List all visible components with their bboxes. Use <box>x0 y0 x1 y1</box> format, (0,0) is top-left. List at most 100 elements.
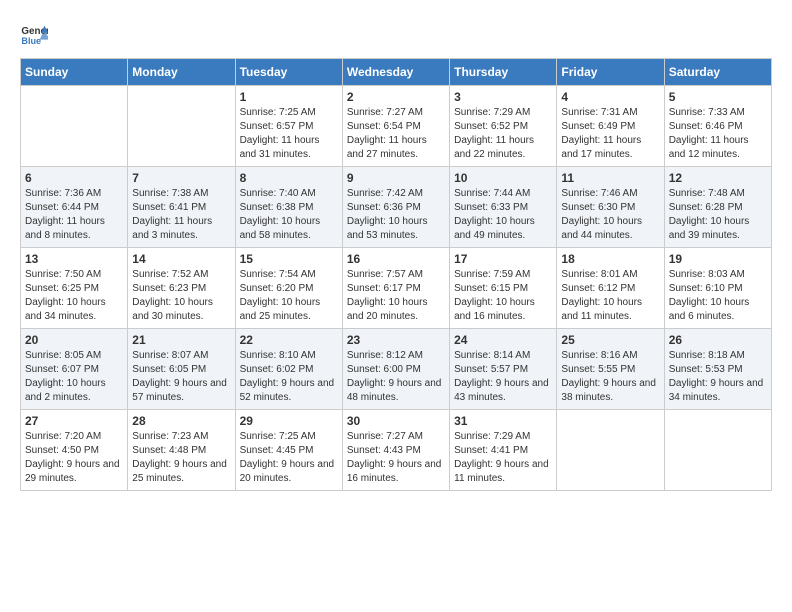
day-info: Sunrise: 7:57 AMSunset: 6:17 PMDaylight:… <box>347 268 445 324</box>
day-info: Sunrise: 7:54 AMSunset: 6:20 PMDaylight:… <box>240 268 338 324</box>
day-number: 20 <box>25 333 123 347</box>
calendar-cell: 11 Sunrise: 7:46 AMSunset: 6:30 PMDayligh… <box>557 167 664 248</box>
day-info: Sunrise: 7:31 AMSunset: 6:49 PMDaylight:… <box>561 106 659 162</box>
day-number: 15 <box>240 252 338 266</box>
day-info: Sunrise: 7:46 AMSunset: 6:30 PMDaylight:… <box>561 187 659 243</box>
calendar-cell: 9Sunrise: 7:42 AMSunset: 6:36 PMDaylight… <box>342 167 449 248</box>
day-number: 9 <box>347 171 445 185</box>
calendar-cell: 16 Sunrise: 7:57 AMSunset: 6:17 PMDayligh… <box>342 248 449 329</box>
calendar-cell: 4 Sunrise: 7:31 AMSunset: 6:49 PMDaylight… <box>557 86 664 167</box>
calendar-cell: 15 Sunrise: 7:54 AMSunset: 6:20 PMDayligh… <box>235 248 342 329</box>
day-number: 12 <box>669 171 767 185</box>
day-info: Sunrise: 8:14 AMSunset: 5:57 PMDaylight:… <box>454 349 552 405</box>
day-info: Sunrise: 7:27 AMSunset: 6:54 PMDaylight:… <box>347 106 445 162</box>
calendar-cell: 8 Sunrise: 7:40 AMSunset: 6:38 PMDaylight… <box>235 167 342 248</box>
day-number: 16 <box>347 252 445 266</box>
calendar-cell: 2 Sunrise: 7:27 AMSunset: 6:54 PMDaylight… <box>342 86 449 167</box>
calendar-cell: 26 Sunrise: 8:18 AMSunset: 5:53 PMDayligh… <box>664 329 771 410</box>
day-number: 27 <box>25 414 123 428</box>
day-info: Sunrise: 8:16 AMSunset: 5:55 PMDaylight:… <box>561 349 659 405</box>
day-info: Sunrise: 7:25 AMSunset: 4:45 PMDaylight:… <box>240 430 338 486</box>
day-number: 22 <box>240 333 338 347</box>
day-number: 6 <box>25 171 123 185</box>
day-number: 26 <box>669 333 767 347</box>
day-info: Sunrise: 7:33 AMSunset: 6:46 PMDaylight:… <box>669 106 767 162</box>
day-info: Sunrise: 7:52 AMSunset: 6:23 PMDaylight:… <box>132 268 230 324</box>
calendar-cell: 14Sunrise: 7:52 AMSunset: 6:23 PMDayligh… <box>128 248 235 329</box>
logo: General Blue <box>20 20 52 48</box>
day-info: Sunrise: 8:10 AMSunset: 6:02 PMDaylight:… <box>240 349 338 405</box>
day-number: 21 <box>132 333 230 347</box>
day-number: 5 <box>669 90 767 104</box>
day-info: Sunrise: 7:44 AMSunset: 6:33 PMDaylight:… <box>454 187 552 243</box>
weekday-header: Saturday <box>664 59 771 86</box>
weekday-header: Monday <box>128 59 235 86</box>
weekday-header: Thursday <box>450 59 557 86</box>
day-number: 7 <box>132 171 230 185</box>
day-info: Sunrise: 8:03 AMSunset: 6:10 PMDaylight:… <box>669 268 767 324</box>
weekday-header: Sunday <box>21 59 128 86</box>
calendar-cell: 7 Sunrise: 7:38 AMSunset: 6:41 PMDaylight… <box>128 167 235 248</box>
calendar-cell: 22 Sunrise: 8:10 AMSunset: 6:02 PMDayligh… <box>235 329 342 410</box>
calendar-cell: 18 Sunrise: 8:01 AMSunset: 6:12 PMDayligh… <box>557 248 664 329</box>
svg-text:Blue: Blue <box>21 36 41 46</box>
calendar-cell: 31Sunrise: 7:29 AMSunset: 4:41 PMDayligh… <box>450 410 557 491</box>
day-number: 2 <box>347 90 445 104</box>
day-info: Sunrise: 7:20 AMSunset: 4:50 PMDaylight:… <box>25 430 123 486</box>
day-number: 4 <box>561 90 659 104</box>
calendar-cell: 27 Sunrise: 7:20 AMSunset: 4:50 PMDayligh… <box>21 410 128 491</box>
day-number: 29 <box>240 414 338 428</box>
calendar-cell: 28 Sunrise: 7:23 AMSunset: 4:48 PMDayligh… <box>128 410 235 491</box>
page-header: General Blue <box>20 20 772 48</box>
calendar-cell: 25 Sunrise: 8:16 AMSunset: 5:55 PMDayligh… <box>557 329 664 410</box>
day-number: 18 <box>561 252 659 266</box>
calendar-cell: 20 Sunrise: 8:05 AMSunset: 6:07 PMDayligh… <box>21 329 128 410</box>
day-number: 19 <box>669 252 767 266</box>
calendar-table: SundayMondayTuesdayWednesdayThursdayFrid… <box>20 58 772 491</box>
day-info: Sunrise: 7:36 AMSunset: 6:44 PMDaylight:… <box>25 187 123 243</box>
day-info: Sunrise: 7:23 AMSunset: 4:48 PMDaylight:… <box>132 430 230 486</box>
day-number: 1 <box>240 90 338 104</box>
day-number: 24 <box>454 333 552 347</box>
day-info: Sunrise: 8:07 AMSunset: 6:05 PMDaylight:… <box>132 349 230 405</box>
calendar-cell: 17 Sunrise: 7:59 AMSunset: 6:15 PMDayligh… <box>450 248 557 329</box>
day-info: Sunrise: 8:18 AMSunset: 5:53 PMDaylight:… <box>669 349 767 405</box>
day-info: Sunrise: 8:05 AMSunset: 6:07 PMDaylight:… <box>25 349 123 405</box>
day-number: 3 <box>454 90 552 104</box>
calendar-cell: 19 Sunrise: 8:03 AMSunset: 6:10 PMDayligh… <box>664 248 771 329</box>
calendar-cell: 13 Sunrise: 7:50 AMSunset: 6:25 PMDayligh… <box>21 248 128 329</box>
calendar-cell: 23 Sunrise: 8:12 AMSunset: 6:00 PMDayligh… <box>342 329 449 410</box>
day-number: 10 <box>454 171 552 185</box>
day-number: 11 <box>561 171 659 185</box>
calendar-cell: 5 Sunrise: 7:33 AMSunset: 6:46 PMDaylight… <box>664 86 771 167</box>
calendar-cell: 29 Sunrise: 7:25 AMSunset: 4:45 PMDayligh… <box>235 410 342 491</box>
day-info: Sunrise: 7:40 AMSunset: 6:38 PMDaylight:… <box>240 187 338 243</box>
day-info: Sunrise: 8:12 AMSunset: 6:00 PMDaylight:… <box>347 349 445 405</box>
day-number: 23 <box>347 333 445 347</box>
day-number: 31 <box>454 414 552 428</box>
day-number: 17 <box>454 252 552 266</box>
calendar-cell <box>664 410 771 491</box>
weekday-header: Friday <box>557 59 664 86</box>
day-info: Sunrise: 7:59 AMSunset: 6:15 PMDaylight:… <box>454 268 552 324</box>
calendar-cell: 30 Sunrise: 7:27 AMSunset: 4:43 PMDayligh… <box>342 410 449 491</box>
calendar-cell <box>128 86 235 167</box>
calendar-cell: 6 Sunrise: 7:36 AMSunset: 6:44 PMDaylight… <box>21 167 128 248</box>
calendar-cell: 10 Sunrise: 7:44 AMSunset: 6:33 PMDayligh… <box>450 167 557 248</box>
day-number: 13 <box>25 252 123 266</box>
calendar-cell: 12Sunrise: 7:48 AMSunset: 6:28 PMDayligh… <box>664 167 771 248</box>
day-number: 25 <box>561 333 659 347</box>
day-info: Sunrise: 7:38 AMSunset: 6:41 PMDaylight:… <box>132 187 230 243</box>
calendar-cell <box>557 410 664 491</box>
day-info: Sunrise: 7:50 AMSunset: 6:25 PMDaylight:… <box>25 268 123 324</box>
calendar-cell: 3Sunrise: 7:29 AMSunset: 6:52 PMDaylight… <box>450 86 557 167</box>
day-number: 30 <box>347 414 445 428</box>
calendar-cell: 1Sunrise: 7:25 AMSunset: 6:57 PMDaylight… <box>235 86 342 167</box>
weekday-header: Tuesday <box>235 59 342 86</box>
calendar-cell: 21 Sunrise: 8:07 AMSunset: 6:05 PMDayligh… <box>128 329 235 410</box>
day-number: 8 <box>240 171 338 185</box>
day-info: Sunrise: 8:01 AMSunset: 6:12 PMDaylight:… <box>561 268 659 324</box>
calendar-cell <box>21 86 128 167</box>
day-number: 28 <box>132 414 230 428</box>
day-info: Sunrise: 7:27 AMSunset: 4:43 PMDaylight:… <box>347 430 445 486</box>
